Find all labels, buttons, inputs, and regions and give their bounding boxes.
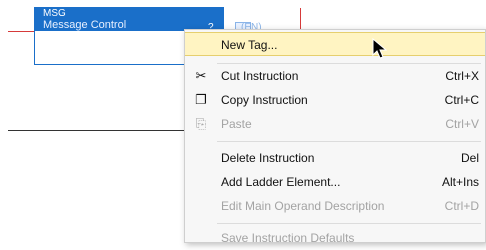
- rung-wire-left: [8, 31, 36, 32]
- menu-item-shortcut: Del: [460, 151, 479, 165]
- menu-item-cut-instruction[interactable]: ✂ Cut Instruction Ctrl+X: [185, 64, 485, 88]
- paste-icon: ⎘: [195, 116, 207, 131]
- menu-item-shortcut: Ctrl+D: [444, 199, 479, 213]
- menu-item-label: New Tag...: [221, 38, 278, 52]
- scissors-icon: ✂: [195, 68, 207, 83]
- menu-separator: [217, 223, 481, 224]
- menu-item-label: Paste: [221, 117, 252, 131]
- menu-item-label: Cut Instruction: [221, 69, 299, 83]
- rung-wire-lower: [8, 130, 193, 131]
- menu-item-edit-main-operand-description[interactable]: Edit Main Operand Description Ctrl+D: [185, 194, 485, 218]
- menu-item-add-ladder-element[interactable]: Add Ladder Element... Alt+Ins: [185, 170, 485, 194]
- msg-block-title: MSG: [35, 8, 223, 19]
- menu-item-label: Copy Instruction: [221, 93, 308, 107]
- menu-item-save-instruction-defaults[interactable]: Save Instruction Defaults: [185, 226, 485, 250]
- menu-item-shortcut: Ctrl+C: [444, 93, 479, 107]
- menu-item-label: Edit Main Operand Description: [221, 199, 385, 213]
- menu-separator: [217, 141, 481, 142]
- menu-item-label: Delete Instruction: [221, 151, 315, 165]
- menu-item-label: Add Ladder Element...: [221, 175, 341, 189]
- menu-item-shortcut: Ctrl+X: [445, 69, 479, 83]
- menu-item-label: Save Instruction Defaults: [221, 231, 355, 245]
- menu-item-delete-instruction[interactable]: Delete Instruction Del: [185, 146, 485, 170]
- copy-icon: ❐: [195, 92, 207, 107]
- mouse-pointer-icon: [372, 38, 388, 59]
- menu-item-shortcut: Ctrl+V: [445, 117, 479, 131]
- context-menu: New Tag... ✂ Cut Instruction Ctrl+X ❐ Co…: [184, 29, 486, 245]
- menu-item-paste[interactable]: ⎘ Paste Ctrl+V: [185, 112, 485, 136]
- menu-item-shortcut: Alt+Ins: [441, 175, 479, 189]
- menu-item-copy-instruction[interactable]: ❐ Copy Instruction Ctrl+C: [185, 88, 485, 112]
- menu-item-new-tag[interactable]: New Tag...: [185, 32, 485, 56]
